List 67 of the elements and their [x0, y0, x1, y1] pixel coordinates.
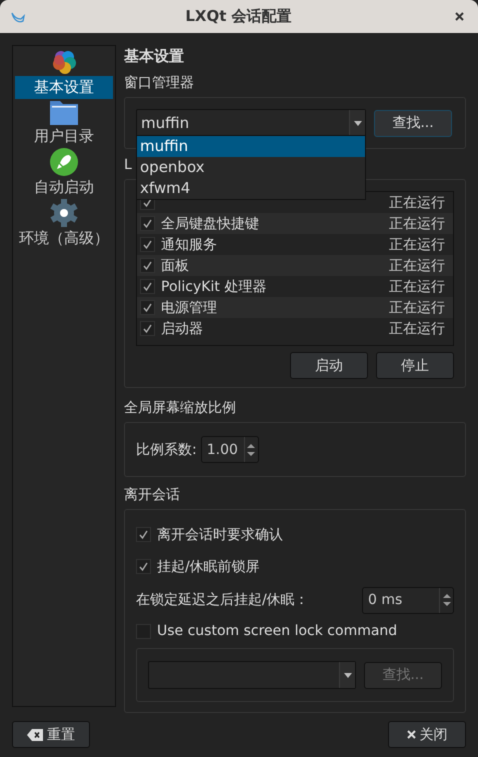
group-title: 离开会话: [124, 486, 180, 506]
module-status: 正在运行: [389, 214, 445, 233]
module-name: PolicyKit 处理器: [161, 278, 266, 296]
checkbox[interactable]: [140, 300, 155, 316]
close-icon: [406, 730, 416, 740]
module-name: 电源管理: [161, 298, 217, 317]
module-status: 正在运行: [389, 194, 445, 212]
close-dialog-button[interactable]: 关闭: [388, 721, 466, 748]
group-title: 全局屏幕缩放比例: [124, 399, 236, 418]
delay-label: 在锁定延迟之后挂起/休眠：: [136, 591, 309, 610]
spin-arrows-icon: [442, 593, 450, 608]
check-icon: [142, 323, 153, 334]
dropdown-option[interactable]: muffin: [137, 136, 365, 158]
sidebar-item[interactable]: 用户目录: [15, 125, 113, 148]
check-icon: [142, 197, 153, 208]
module-name: 面板: [161, 256, 189, 275]
delay-spinbox[interactable]: 0 ms: [362, 586, 454, 614]
checkbox[interactable]: [140, 321, 155, 336]
checkbox-label: Use custom screen lock command: [157, 623, 398, 640]
spin-arrows-icon: [247, 442, 256, 457]
caret-icon: [344, 672, 352, 678]
sidebar-item[interactable]: 环境（高级）: [15, 227, 113, 250]
check-icon: [138, 529, 149, 540]
dropdown-option[interactable]: xfwm4: [137, 178, 365, 200]
find-button[interactable]: 查找...: [374, 110, 452, 137]
checkbox-label: 挂起/休眠前锁屏: [157, 558, 260, 576]
window-manager-combo[interactable]: muffin: [136, 109, 366, 138]
caret-icon: [354, 120, 362, 126]
module-status: 正在运行: [389, 298, 445, 317]
checkbox[interactable]: [140, 216, 155, 232]
flower-icon: [50, 48, 78, 76]
group-title: 窗口管理器: [124, 74, 194, 94]
module-button[interactable]: 启动: [290, 352, 368, 380]
reset-button[interactable]: 重置: [12, 721, 90, 748]
checkbox[interactable]: [136, 559, 151, 574]
checkbox-label: 离开会话时要求确认: [157, 526, 283, 544]
check-icon: [142, 302, 153, 314]
scale-spinbox[interactable]: 1.00: [200, 436, 259, 464]
page-title: 基本设置: [124, 46, 185, 68]
check-icon: [142, 281, 153, 292]
group-title: L: [124, 156, 132, 176]
backspace-icon: [27, 728, 43, 741]
module-name: 全局键盘快捷键: [161, 214, 259, 233]
checkbox[interactable]: [140, 258, 155, 274]
dropdown-option[interactable]: openbox: [137, 157, 365, 178]
check-icon: [138, 561, 149, 572]
check-icon: [142, 239, 153, 250]
module-status: 正在运行: [389, 278, 445, 296]
module-name: 通知服务: [161, 236, 217, 254]
check-icon: [142, 218, 153, 230]
gear-icon: [50, 199, 78, 228]
module-name: 启动器: [161, 320, 203, 338]
sidebar-item[interactable]: 基本设置: [15, 76, 113, 100]
module-status: 正在运行: [389, 256, 445, 275]
module-status: 正在运行: [389, 320, 445, 338]
checkbox[interactable]: [140, 237, 155, 252]
folder-icon: [50, 99, 78, 126]
rocket-icon: [50, 148, 78, 176]
checkbox[interactable]: [140, 279, 155, 294]
module-status: 正在运行: [389, 236, 445, 254]
scale-label: 比例系数:: [136, 440, 197, 459]
check-icon: [142, 260, 153, 272]
sidebar-item[interactable]: 自动启动: [15, 176, 113, 200]
module-button[interactable]: 停止: [376, 352, 454, 380]
window-title: LXQt 会话配置: [185, 7, 292, 26]
close-icon: [455, 12, 464, 21]
checkbox[interactable]: [136, 527, 151, 542]
